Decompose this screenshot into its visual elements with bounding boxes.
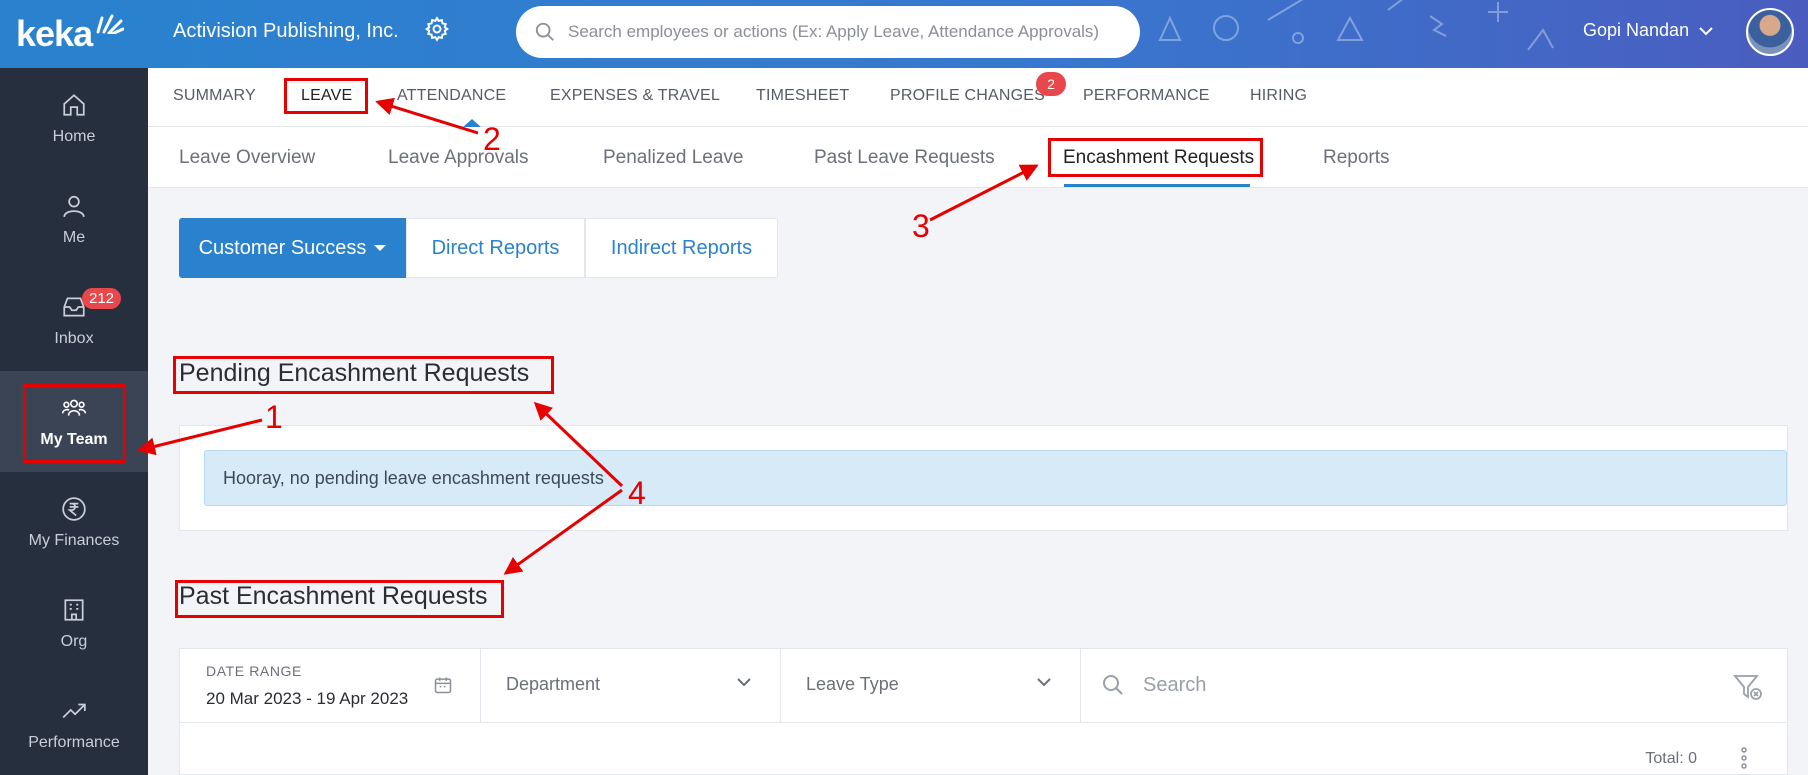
- annotation-label-2: 2: [483, 121, 501, 157]
- rupee-icon: [62, 496, 86, 521]
- past-requests-filters: DATE RANGE 20 Mar 2023 - 19 Apr 2023 Dep…: [179, 648, 1788, 723]
- trend-icon: [62, 703, 86, 718]
- active-subtab-underline: [1064, 184, 1250, 187]
- user-menu[interactable]: Gopi Nandan: [1583, 20, 1713, 41]
- total-count: Total: 0: [1645, 750, 1697, 767]
- leave-type-select[interactable]: Leave Type: [781, 649, 1081, 722]
- annotation-box-leave-tab: [284, 78, 368, 114]
- org-icon: [64, 598, 84, 621]
- search-icon: [1103, 675, 1123, 695]
- logo-rays-icon: [96, 14, 124, 34]
- profile-changes-badge: 2: [1036, 72, 1066, 96]
- subtab-leave-approvals[interactable]: Leave Approvals: [388, 147, 529, 169]
- avatar[interactable]: [1746, 8, 1794, 56]
- global-search-input[interactable]: Search employees or actions (Ex: Apply L…: [516, 6, 1140, 58]
- tab-performance[interactable]: PERFORMANCE: [1083, 87, 1210, 105]
- customer-success-dropdown[interactable]: Customer Success: [179, 218, 406, 278]
- annotation-label-4: 4: [628, 475, 646, 511]
- chevron-down-icon: [1037, 678, 1051, 687]
- subtab-leave-overview[interactable]: Leave Overview: [179, 147, 315, 169]
- pending-requests-card: Hooray, no pending leave encashment requ…: [179, 425, 1788, 531]
- sidebar-item-home[interactable]: Home: [0, 68, 148, 169]
- module-tabs: SUMMARY LEAVE ATTENDANCE EXPENSES & TRAV…: [148, 68, 1808, 128]
- past-requests-table: Total: 0: [179, 723, 1788, 775]
- annotation-label-3: 3: [912, 208, 930, 244]
- tab-timesheet[interactable]: TIMESHEET: [756, 87, 849, 105]
- sidebar-item-my-finances[interactable]: My Finances: [0, 472, 148, 573]
- subtab-reports[interactable]: Reports: [1323, 147, 1390, 169]
- tab-profile-changes[interactable]: PROFILE CHANGES: [890, 87, 1045, 105]
- top-header: Activision Publishing, Inc. Search emplo…: [148, 0, 1808, 68]
- search-icon: [535, 22, 554, 41]
- chevron-down-icon: [737, 678, 751, 687]
- user-icon: [63, 195, 85, 217]
- keka-logo[interactable]: keka: [0, 0, 148, 68]
- chevron-down-icon: [1699, 26, 1713, 35]
- sidebar-item-inbox[interactable]: 212 Inbox: [0, 270, 148, 371]
- past-requests-search-input[interactable]: Search: [1081, 649, 1787, 722]
- sidebar-item-performance[interactable]: Performance: [0, 674, 148, 775]
- header-decoration: [1158, 0, 1554, 51]
- date-range-picker[interactable]: DATE RANGE 20 Mar 2023 - 19 Apr 2023: [180, 649, 481, 722]
- indirect-reports-button[interactable]: Indirect Reports: [585, 218, 778, 278]
- annotation-label-1: 1: [265, 399, 283, 435]
- tab-hiring[interactable]: HIRING: [1250, 87, 1307, 105]
- clear-filter-icon[interactable]: [1733, 673, 1763, 701]
- annotation-box-past-title: [175, 580, 504, 618]
- leave-subtabs: Leave Overview Leave Approvals Penalized…: [148, 127, 1808, 188]
- annotation-box-pending-title: [173, 356, 554, 394]
- annotation-box-my-team: [23, 384, 126, 463]
- direct-reports-button[interactable]: Direct Reports: [406, 218, 585, 278]
- home-icon: [63, 93, 85, 116]
- inbox-count-badge: 212: [82, 288, 122, 309]
- tab-summary[interactable]: SUMMARY: [173, 87, 256, 105]
- annotation-box-encashment-tab: [1048, 138, 1263, 177]
- department-select[interactable]: Department: [481, 649, 781, 722]
- more-options-icon[interactable]: [1741, 747, 1747, 769]
- gear-icon[interactable]: [424, 16, 450, 42]
- team-scope-selector: Customer Success Direct Reports Indirect…: [179, 218, 778, 278]
- tab-expenses-travel[interactable]: EXPENSES & TRAVEL: [550, 87, 720, 105]
- company-name: Activision Publishing, Inc.: [173, 20, 399, 42]
- subtab-past-leave-requests[interactable]: Past Leave Requests: [814, 147, 995, 169]
- caret-down-icon: [374, 245, 387, 251]
- sidebar-item-org[interactable]: Org: [0, 573, 148, 674]
- empty-state-message: Hooray, no pending leave encashment requ…: [204, 450, 1787, 506]
- sidebar-item-me[interactable]: Me: [0, 169, 148, 270]
- subtab-penalized-leave[interactable]: Penalized Leave: [603, 147, 744, 169]
- tab-attendance[interactable]: ATTENDANCE: [397, 87, 506, 105]
- calendar-icon: [434, 677, 452, 694]
